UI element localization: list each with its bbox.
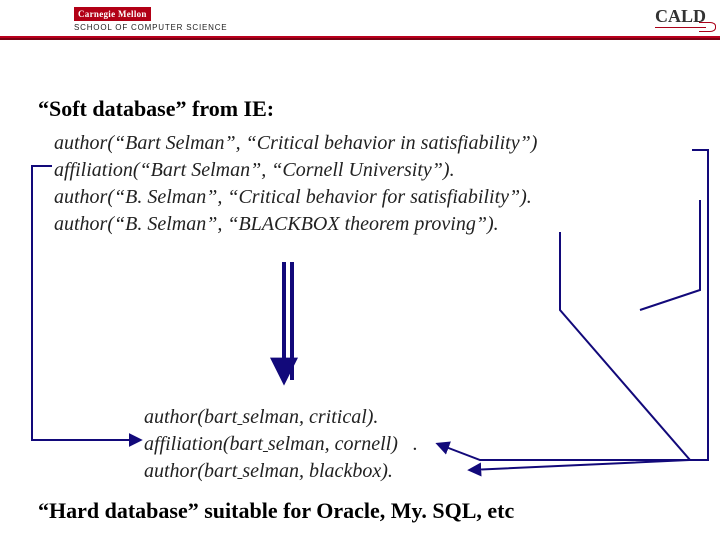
slide-header: Carnegie Mellon SCHOOL OF COMPUTER SCIEN… [0, 0, 720, 38]
hard-row-0b: selman, critical). [242, 406, 378, 428]
cald-logo: CALD [655, 6, 706, 28]
cmu-branding: Carnegie Mellon SCHOOL OF COMPUTER SCIEN… [74, 4, 227, 32]
hard-row-0: author(bart selman, critical). [144, 404, 418, 431]
hard-row-0a: author(bart [144, 406, 237, 428]
scs-label: SCHOOL OF COMPUTER SCIENCE [74, 23, 227, 32]
hard-row-2b: selman, blackbox). [242, 460, 393, 482]
soft-row-0: author(“Bart Selman”, “Critical behavior… [54, 130, 537, 157]
soft-row-3: author(“B. Selman”, “BLACKBOX theorem pr… [54, 211, 537, 238]
soft-db-heading: “Soft database” from IE: [38, 96, 274, 122]
hard-row-1: affiliation(bart selman, cornell) . [144, 431, 418, 458]
hard-db-heading: “Hard database” suitable for Oracle, My.… [38, 498, 514, 524]
soft-row-2: author(“B. Selman”, “Critical behavior f… [54, 184, 537, 211]
soft-db-tuples: author(“Bart Selman”, “Critical behavior… [54, 130, 537, 238]
arrow-right-2-icon [470, 232, 690, 470]
hard-db-tuples: author(bart selman, critical). affiliati… [144, 404, 418, 485]
hard-row-1b: selman, cornell) [268, 433, 398, 455]
hard-row-1a: affiliation(bart [144, 433, 263, 455]
hard-row-2a: author(bart [144, 460, 237, 482]
hard-row-2: author(bart selman, blackbox). [144, 458, 418, 485]
arrow-right-spur-icon [640, 200, 700, 310]
hard-row-1c: . [413, 433, 418, 455]
soft-row-1: affiliation(“Bart Selman”, “Cornell Univ… [54, 157, 537, 184]
arrow-center-icon [284, 262, 292, 380]
cmu-logo: Carnegie Mellon [74, 7, 151, 21]
